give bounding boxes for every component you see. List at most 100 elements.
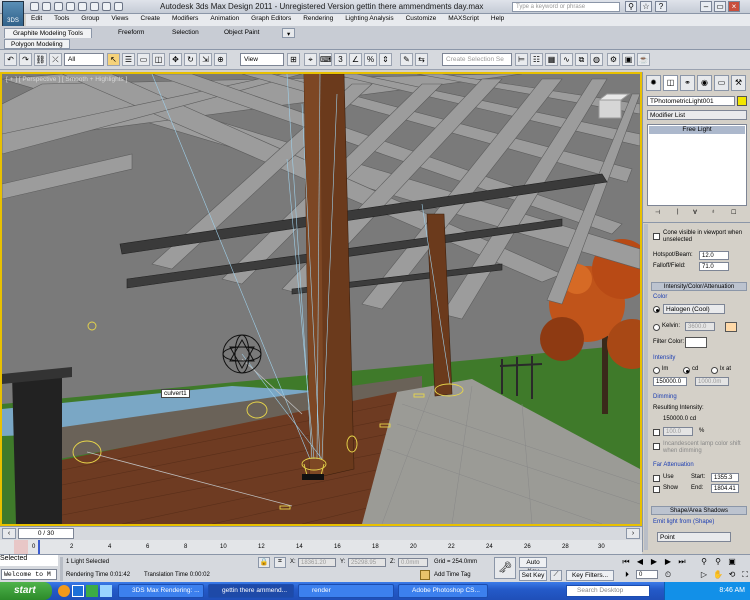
current-frame-field[interactable]: 0 [636, 570, 658, 579]
play-icon[interactable]: ▶ [648, 557, 660, 568]
set-key-button[interactable]: Set Key [519, 570, 547, 581]
firefox-quicklaunch-icon[interactable] [58, 585, 70, 597]
communication-center-icon[interactable]: ☆ [640, 1, 652, 12]
help-icon[interactable]: ? [655, 1, 667, 12]
kelvin-spinner[interactable]: 3600.0 [685, 322, 715, 331]
time-slider-prev-icon[interactable]: ‹ [2, 528, 16, 539]
y-coordinate-field[interactable]: 25298.95 [348, 558, 386, 567]
tab-selection[interactable]: Selection [164, 28, 207, 38]
tab-polygon-modeling[interactable]: Polygon Modeling [4, 39, 70, 49]
tab-freeform[interactable]: Freeform [110, 28, 152, 38]
hold-icon[interactable] [90, 2, 99, 11]
show-end-result-icon[interactable]: | [677, 209, 679, 215]
place-icon[interactable]: ⊕ [214, 53, 227, 66]
menu-create[interactable]: Create [136, 14, 166, 23]
time-configuration-icon[interactable]: ⏲ [662, 570, 674, 581]
key-filters-button[interactable]: Key Filters... [566, 570, 614, 581]
material-editor-icon[interactable]: ◍ [590, 53, 603, 66]
far-atten-show-checkbox[interactable] [653, 486, 660, 493]
taskbar-item-max-rendering[interactable]: 3DS Max Rendering: ... [118, 584, 204, 598]
dimming-checkbox[interactable] [653, 429, 660, 436]
modify-tab-icon[interactable]: ◫ [663, 75, 678, 91]
panel-scrollbar[interactable] [644, 224, 648, 550]
menu-animation[interactable]: Animation [205, 14, 244, 23]
intensity-color-attenuation-rollout[interactable]: Intensity/Color/Attenuation [651, 282, 747, 291]
menu-edit[interactable]: Edit [26, 14, 47, 23]
falloff-spinner[interactable]: 71.0 [699, 262, 729, 271]
add-time-tag-button[interactable]: Add Time Tag [434, 572, 471, 578]
align-icon[interactable]: ⊨ [515, 53, 528, 66]
auto-key-button[interactable]: Auto Key [519, 557, 547, 575]
app-quicklaunch-icon[interactable] [86, 585, 98, 597]
lux-radio[interactable] [711, 367, 718, 374]
candela-radio[interactable] [683, 367, 690, 374]
remove-modifier-icon[interactable]: ♁ [711, 209, 716, 215]
unlink-icon[interactable]: ⤫ [49, 53, 62, 66]
set-key-icon[interactable]: 🗝 [494, 557, 516, 579]
redo-icon[interactable] [78, 2, 87, 11]
key-mode-dropdown[interactable]: Selected [0, 555, 58, 566]
angle-snap-icon[interactable]: ∠ [349, 53, 362, 66]
time-slider-thumb[interactable]: 0 / 30 [18, 528, 74, 539]
time-slider-next-icon[interactable]: › [626, 528, 640, 539]
x-coordinate-field[interactable]: 18361.20 [298, 558, 336, 567]
project-folder-icon[interactable] [114, 2, 123, 11]
display-tab-icon[interactable]: ▭ [714, 75, 729, 91]
shape-area-shadows-rollout[interactable]: Shape/Area Shadows [651, 506, 747, 515]
z-coordinate-field[interactable]: 0.0mm [398, 558, 428, 567]
close-button[interactable]: × [728, 1, 740, 12]
ribbon-minimize-icon[interactable]: ▾ [282, 28, 296, 38]
tab-object-paint[interactable]: Object Paint [216, 28, 267, 38]
key-mode-toggle-icon[interactable]: ⏵ [622, 570, 632, 580]
rectangular-selection-icon[interactable]: ▭ [137, 53, 150, 66]
color-preset-radio[interactable] [653, 306, 660, 313]
ie-quicklaunch-icon[interactable] [72, 585, 84, 597]
lumens-radio[interactable] [653, 367, 660, 374]
stack-item-free-light[interactable]: Free Light [649, 126, 745, 134]
kelvin-radio[interactable] [653, 324, 660, 331]
utilities-tab-icon[interactable]: ⚒ [731, 75, 746, 91]
hotspot-spinner[interactable]: 12.0 [699, 251, 729, 260]
undo-icon[interactable] [66, 2, 75, 11]
modifier-stack[interactable]: Free Light [647, 124, 747, 206]
minimize-button[interactable]: – [700, 1, 712, 12]
lock-selection-icon[interactable]: 🔒 [258, 557, 270, 568]
menu-customize[interactable]: Customize [401, 14, 442, 23]
search-input[interactable]: Type a keyword or phrase [512, 2, 620, 12]
perspective-viewport[interactable]: [ + ] [ Perspective ] [ Smooth + Highlig… [0, 72, 642, 526]
zoom-extents-icon[interactable]: ▣ [726, 557, 738, 568]
select-manipulate-icon[interactable]: ⌖ [304, 53, 317, 66]
next-frame-icon[interactable]: ▶ [662, 557, 674, 568]
pin-stack-icon[interactable]: ⊣ [655, 209, 660, 216]
orbit-icon[interactable]: ⟲ [726, 570, 738, 581]
window-crossing-icon[interactable]: ◫ [152, 53, 165, 66]
menu-maxscript[interactable]: MAXScript [443, 14, 484, 23]
schematic-view-icon[interactable]: ⧉ [575, 53, 588, 66]
new-file-icon[interactable] [30, 2, 39, 11]
reference-coordinate-dropdown[interactable]: View [240, 53, 284, 66]
incandescent-shift-checkbox[interactable] [653, 443, 660, 450]
undo-icon[interactable]: ↶ [4, 53, 17, 66]
tab-graphite-modeling-tools[interactable]: Graphite Modeling Tools [4, 28, 92, 38]
taskbar-item-3dsmax[interactable]: gettin there ammend... [208, 584, 294, 598]
app-logo-icon[interactable]: 3DS [2, 1, 24, 29]
percent-snap-icon[interactable]: % [364, 53, 377, 66]
maxscript-listener[interactable]: Welcome to M [1, 569, 57, 580]
default-in-out-tangent-icon[interactable]: ⟋ [550, 570, 562, 581]
save-file-icon[interactable] [54, 2, 63, 11]
named-selection-sets-dropdown[interactable]: Create Selection Se [442, 53, 512, 66]
maximize-viewport-icon[interactable]: ⛶ [740, 570, 750, 581]
zoom-all-icon[interactable]: ⚲ [712, 557, 724, 568]
fetch-icon[interactable] [102, 2, 111, 11]
mirror-icon[interactable]: ⇆ [415, 53, 428, 66]
menu-group[interactable]: Group [76, 14, 104, 23]
hierarchy-tab-icon[interactable]: ⚭ [680, 75, 695, 91]
zoom-icon[interactable]: ⚲ [698, 557, 710, 568]
far-atten-end-spinner[interactable]: 1804.41 [711, 484, 739, 493]
layer-manager-icon[interactable]: ☷ [530, 53, 543, 66]
far-atten-start-spinner[interactable]: 1355.3 [711, 473, 739, 482]
field-of-view-icon[interactable]: ▷ [698, 570, 710, 581]
filter-color-swatch[interactable] [685, 337, 707, 348]
emit-shape-dropdown[interactable]: Point [657, 532, 731, 542]
color-preset-dropdown[interactable]: Halogen (Cool) [663, 304, 725, 314]
